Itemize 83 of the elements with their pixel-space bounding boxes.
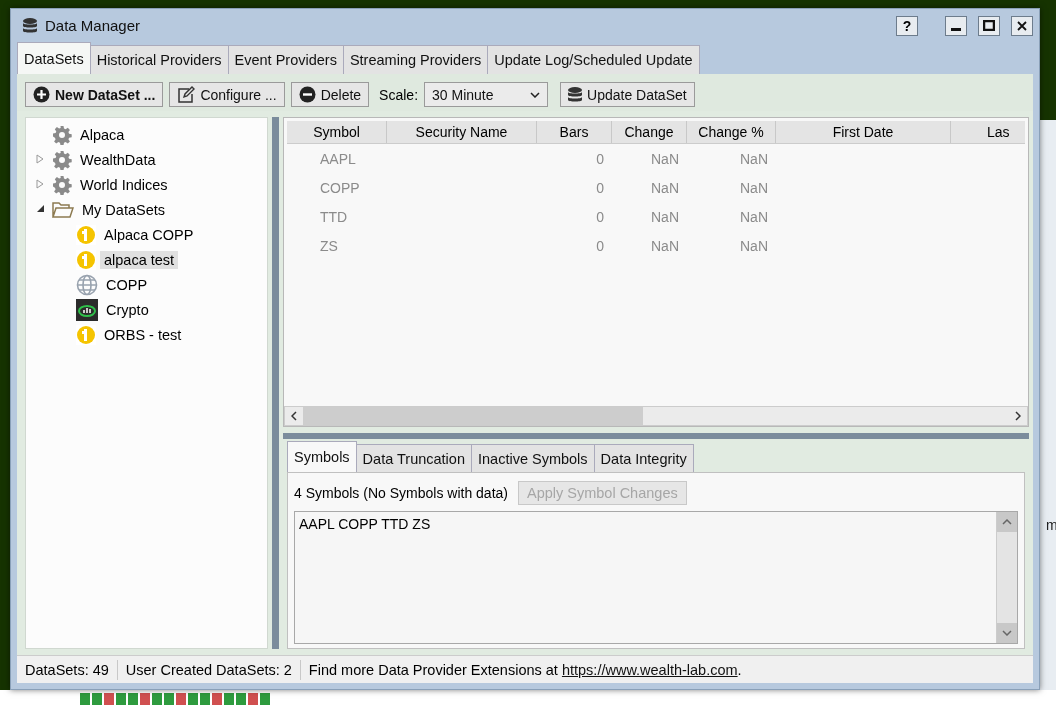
new-dataset-button[interactable]: New DataSet ...	[25, 82, 164, 107]
folder-icon	[52, 200, 74, 219]
column-header[interactable]: Change %	[687, 121, 776, 143]
change-percent-cell: NaN	[740, 208, 768, 225]
symbol-cell: TTD	[320, 208, 348, 225]
tab[interactable]: DataSets	[17, 42, 91, 74]
column-header[interactable]: Change	[612, 121, 687, 143]
database-icon	[568, 86, 583, 103]
maximize-button[interactable]	[978, 15, 1000, 36]
scroll-right-icon[interactable]	[1015, 411, 1021, 421]
column-header[interactable]: Bars	[537, 121, 612, 143]
edit-icon	[177, 86, 196, 103]
database-icon	[23, 17, 37, 34]
configure-button[interactable]: Configure ...	[169, 82, 285, 107]
scroll-left-icon[interactable]	[291, 411, 297, 421]
tree-item[interactable]: Crypto	[102, 300, 153, 319]
scale-label: Scale:	[379, 86, 419, 103]
change-percent-cell: NaN	[740, 150, 768, 167]
website-link[interactable]: https://www.wealth-lab.com	[561, 661, 738, 678]
change-cell: NaN	[651, 237, 679, 254]
symbols-summary: 4 Symbols (No Symbols with data)	[294, 485, 508, 501]
circle-logo-icon	[76, 249, 96, 270]
tab[interactable]: Inactive Symbols	[471, 444, 595, 472]
globe-icon	[76, 273, 98, 296]
minimize-icon	[951, 27, 961, 31]
tab[interactable]: Historical Providers	[89, 45, 229, 74]
symbol-cell: ZS	[320, 237, 338, 254]
tree-item[interactable]: COPP	[102, 275, 152, 294]
column-header[interactable]: First Date	[776, 121, 951, 143]
minimize-button[interactable]	[945, 15, 967, 36]
tree-item[interactable]: World Indices	[76, 175, 172, 194]
change-percent-cell: NaN	[740, 237, 768, 254]
maximize-icon	[983, 20, 995, 31]
plus-icon	[33, 86, 50, 103]
scroll-up-icon[interactable]	[1002, 519, 1012, 525]
tab[interactable]: Streaming Providers	[342, 45, 489, 74]
close-button[interactable]	[1011, 15, 1033, 36]
circle-logo-icon	[76, 224, 96, 245]
window-title: Data Manager	[45, 17, 142, 34]
symbol-cell: COPP	[320, 179, 360, 196]
bars-cell: 0	[596, 179, 604, 196]
change-cell: NaN	[651, 150, 679, 167]
close-icon	[1017, 20, 1027, 31]
tab[interactable]: Update Log/Scheduled Update	[487, 45, 700, 74]
circle-logo-icon	[76, 324, 96, 345]
horizontal-scrollbar[interactable]	[284, 406, 1028, 426]
tab[interactable]: Symbols	[287, 441, 357, 472]
help-button[interactable]: ?	[896, 15, 918, 36]
tree-item[interactable]: My DataSets	[78, 200, 169, 219]
tree-item[interactable]: alpaca test	[100, 250, 179, 269]
vertical-scrollbar[interactable]	[996, 512, 1017, 643]
update-dataset-button[interactable]: Update DataSet	[560, 82, 695, 107]
status-field: DataSets: 49	[17, 659, 118, 680]
gear-icon	[52, 149, 72, 170]
tree-item[interactable]: WealthData	[76, 150, 160, 169]
tree-item[interactable]: ORBS - test	[100, 325, 186, 344]
tab[interactable]: Data Integrity	[593, 444, 694, 472]
change-cell: NaN	[651, 179, 679, 196]
tab[interactable]: Event Providers	[227, 45, 344, 74]
tree-item[interactable]: Alpaca	[76, 125, 129, 144]
bars-cell: 0	[596, 208, 604, 225]
chevron-down-icon	[530, 91, 541, 98]
column-header[interactable]: Security Name	[387, 121, 537, 143]
tab[interactable]: Data Truncation	[355, 444, 472, 472]
change-percent-cell: NaN	[740, 179, 768, 196]
tree-item[interactable]: Alpaca COPP	[100, 225, 198, 244]
gear-icon	[52, 174, 72, 195]
chart-logo-icon	[76, 298, 98, 321]
scale-dropdown[interactable]: 30 Minute	[424, 82, 549, 107]
gear-icon	[52, 124, 72, 145]
column-header[interactable]: Las	[951, 121, 1025, 143]
bars-cell: 0	[596, 150, 604, 167]
status-message: Find more Data Provider Extensions at https://www.wealth-lab.com.	[307, 660, 743, 680]
scroll-down-icon[interactable]	[1002, 630, 1012, 636]
delete-button[interactable]: Delete	[290, 82, 370, 107]
change-cell: NaN	[651, 208, 679, 225]
bars-cell: 0	[596, 237, 604, 254]
background-text: m	[1046, 517, 1056, 533]
symbols-text-area[interactable]: AAPL COPP TTD ZS	[294, 511, 1018, 644]
column-header[interactable]: Symbol	[287, 121, 387, 143]
minus-icon	[298, 86, 316, 103]
status-field: User Created DataSets: 2	[117, 659, 301, 680]
symbol-cell: AAPL	[320, 150, 356, 167]
